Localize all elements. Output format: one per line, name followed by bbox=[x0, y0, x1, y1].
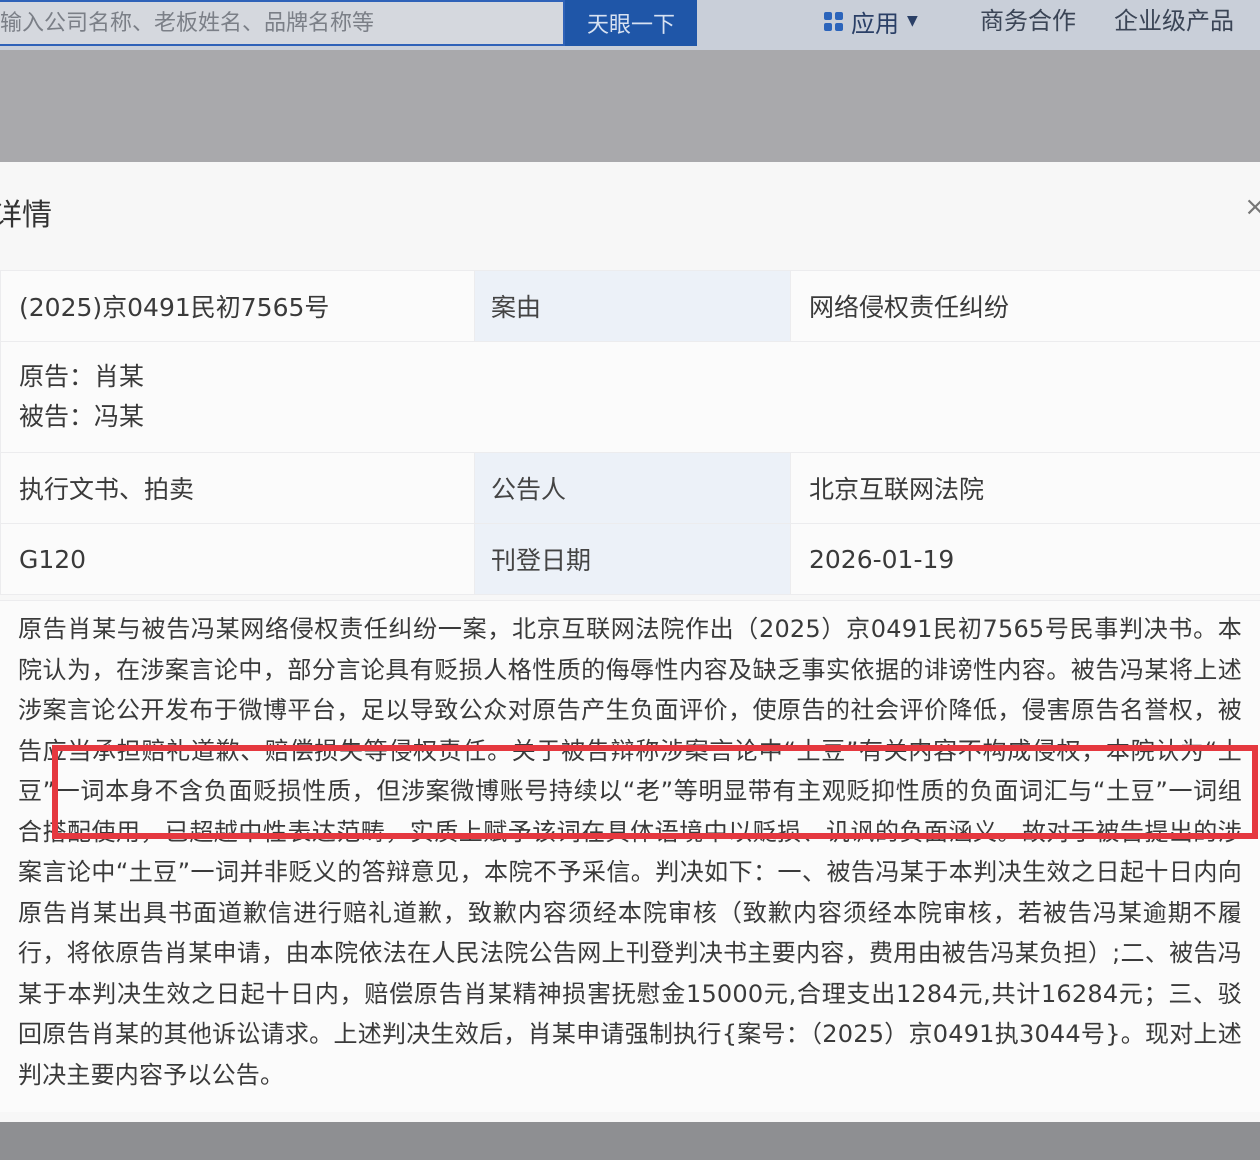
modal-title: 详情 bbox=[0, 198, 52, 233]
announcer-label-cell: 公告人 bbox=[474, 452, 791, 524]
case-number-cell: (2025)京0491民初7565号 bbox=[0, 270, 475, 342]
apps-grid-icon bbox=[824, 11, 843, 31]
publish-date-value-cell: 2026-01-19 bbox=[790, 523, 1260, 595]
publish-date-label-cell: 刊登日期 bbox=[474, 523, 791, 595]
company-search-input[interactable] bbox=[0, 0, 565, 46]
announcement-text: 原告肖某与被告冯某网络侵权责任纠纷一案，北京互联网法院作出（2025）京0491… bbox=[18, 615, 1242, 1089]
caret-down-icon: ▼ bbox=[907, 13, 918, 29]
plaintiff-text: 原告：肖某 bbox=[19, 362, 145, 391]
nav-enterprise-products[interactable]: 企业级产品 bbox=[1114, 3, 1234, 39]
table-row: 执行文书、拍卖 公告人 北京互联网法院 bbox=[0, 452, 1260, 524]
layout-code-cell: G120 bbox=[0, 523, 475, 595]
announcement-content: 原告肖某与被告冯某网络侵权责任纠纷一案，北京互联网法院作出（2025）京0491… bbox=[0, 600, 1260, 1112]
page-background-strip bbox=[0, 1122, 1260, 1160]
announcement-type-cell: 执行文书、拍卖 bbox=[0, 452, 475, 524]
detail-modal: 详情 × (2025)京0491民初7565号 案由 网络侵权责任纠纷 原告：肖… bbox=[0, 162, 1260, 1122]
nav-business-cooperation[interactable]: 商务合作 bbox=[980, 3, 1076, 39]
cause-value-cell: 网络侵权责任纠纷 bbox=[790, 270, 1260, 342]
top-navigation-bar: 天眼一下 应用 ▼ 商务合作 企业级产品 bbox=[0, 0, 1260, 50]
table-row: 原告：肖某 被告：冯某 bbox=[0, 341, 1260, 453]
detail-table: (2025)京0491民初7565号 案由 网络侵权责任纠纷 原告：肖某 被告：… bbox=[0, 270, 1260, 595]
defendant-text: 被告：冯某 bbox=[19, 402, 145, 431]
table-row: (2025)京0491民初7565号 案由 网络侵权责任纠纷 bbox=[0, 270, 1260, 342]
nav-apps-label: 应用 bbox=[851, 9, 899, 38]
search-button[interactable]: 天眼一下 bbox=[565, 0, 697, 46]
table-row: G120 刊登日期 2026-01-19 bbox=[0, 523, 1260, 595]
close-icon[interactable]: × bbox=[1244, 192, 1260, 222]
parties-cell: 原告：肖某 被告：冯某 bbox=[0, 341, 1260, 453]
cause-label-cell: 案由 bbox=[474, 270, 791, 342]
nav-apps-menu[interactable]: 应用 ▼ bbox=[824, 3, 918, 39]
announcer-value-cell: 北京互联网法院 bbox=[790, 452, 1260, 524]
